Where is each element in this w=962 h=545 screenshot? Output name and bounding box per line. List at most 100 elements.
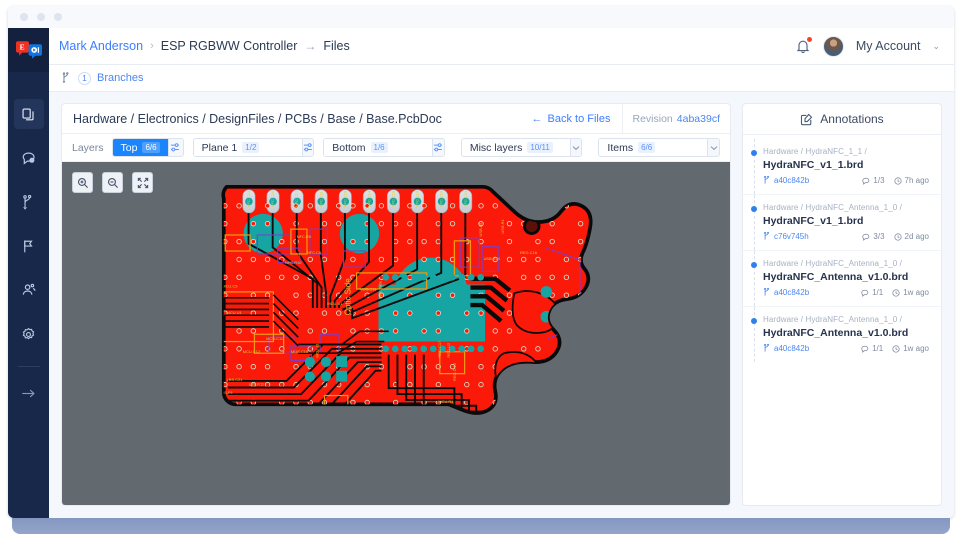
chevron-down-icon[interactable]: ⌄ [932, 41, 940, 52]
comment-icon [861, 289, 869, 297]
back-to-files-button[interactable]: ← Back to Files [521, 104, 622, 133]
sidebar-item-branches[interactable] [14, 187, 44, 217]
annotation-hash[interactable]: a40c842b [774, 176, 809, 185]
caret-down-icon-misc[interactable] [569, 139, 582, 156]
arrow-left-icon: ← [531, 112, 543, 125]
sliders-icon-top[interactable] [167, 139, 183, 156]
annotation-rail [754, 195, 755, 250]
annotation-filename[interactable]: HydraNFC_v1_1.brd [763, 159, 929, 171]
annotation-path: Hardware / HydraNFC_Antenna_1_0 / [763, 259, 902, 268]
branch-icon [763, 176, 770, 184]
layer-button-items[interactable]: Items 6/6 [599, 139, 708, 156]
layer-button-bottom[interactable]: Bottom 1/6 [324, 139, 433, 156]
sliders-glyph [303, 143, 312, 152]
annotation-time: 7h ago [893, 176, 929, 185]
annotation-filename[interactable]: HydraNFC_Antenna_v1.0.brd [763, 271, 929, 283]
pcb-canvas[interactable]: NFC.C13 NFC.C16 NFC.C17 NFC.C11 NFC.C18 NFC.C… [62, 162, 730, 505]
zoom-in-icon [77, 177, 88, 188]
layer-button-top[interactable]: Top 6/6 [112, 139, 168, 156]
svg-text:MOS.C11: MOS.C11 [360, 286, 377, 291]
annotations-header: Annotations [743, 104, 941, 135]
svg-text:NFC.C19: NFC.C19 [439, 191, 444, 207]
annotation-hash[interactable]: c76v745h [774, 232, 809, 241]
sidebar-item-settings[interactable] [14, 319, 44, 349]
svg-text:MCU.C12: MCU.C12 [243, 349, 260, 354]
fit-screen-button[interactable] [132, 172, 153, 193]
clock-icon [893, 232, 902, 241]
svg-text:NFC.C8: NFC.C8 [307, 250, 322, 255]
annotation-time-text: 7h ago [904, 176, 929, 185]
sliders-icon-bottom[interactable] [432, 139, 444, 156]
sidebar-nav [8, 92, 49, 415]
zoom-out-button[interactable] [102, 172, 123, 193]
pcb-viewer-panel: Hardware / Electronics / DesignFiles / P… [61, 103, 731, 506]
sidebar-item-comments[interactable] [14, 143, 44, 173]
caret-down-icon-items[interactable] [707, 139, 720, 156]
annotation-path: Hardware / HydraNFC_Antenna_1_0 / [763, 203, 902, 212]
bell-icon[interactable] [795, 37, 812, 54]
layer-badge-items: 6/6 [638, 142, 656, 153]
zoom-in-button[interactable] [72, 172, 93, 193]
chevron-down-glyph [710, 145, 718, 150]
sidebar-item-team[interactable] [14, 275, 44, 305]
layers-toolbar: Layers Top 6/6 Plane 1 1/2 Bottom 1/6 Mi… [62, 134, 730, 162]
gear-icon [22, 327, 35, 339]
window-dot-close[interactable] [20, 13, 28, 21]
window-dot-minimize[interactable] [37, 13, 45, 21]
branch-icon [763, 288, 770, 296]
back-to-files-label: Back to Files [547, 112, 611, 125]
sidebar-item-files[interactable] [13, 99, 44, 129]
breadcrumb-item-owner[interactable]: Mark Anderson [59, 39, 143, 53]
app-logo[interactable]: E [8, 28, 49, 72]
sidebar-item-collapse[interactable] [14, 378, 44, 408]
file-path-label: Hardware / Electronics / DesignFiles / P… [73, 111, 442, 126]
window-dot-maximize[interactable] [54, 13, 62, 21]
layer-badge-top: 6/6 [142, 142, 160, 153]
svg-text:REG.C16: REG.C16 [520, 250, 538, 255]
branch-count-badge: 1 [78, 71, 91, 85]
layer-button-misc[interactable]: Misc layers 10/11 [461, 139, 570, 156]
branch-icon [62, 72, 69, 84]
annotation-item[interactable]: Hardware / HydraNFC_Antenna_1_0 / HydraN… [743, 195, 941, 251]
breadcrumb-item-section[interactable]: Files [323, 39, 349, 53]
zoom-out-icon [107, 177, 118, 188]
revision-info[interactable]: Revision 4aba39cf [621, 104, 731, 133]
fit-screen-icon [137, 177, 148, 188]
zoom-toolbar [72, 172, 153, 193]
layer-button-plane1[interactable]: Plane 1 1/2 [193, 139, 302, 156]
annotation-rail [754, 307, 755, 362]
svg-text:NFC.C14: NFC.C14 [366, 190, 371, 207]
annotation-time-text: 2d ago [904, 232, 929, 241]
copy-files-icon [22, 108, 34, 120]
chevron-down-glyph [572, 145, 580, 150]
account-menu-label[interactable]: My Account [856, 39, 921, 53]
sidebar-item-releases[interactable] [14, 231, 44, 261]
annotation-comment-count: 1/1 [872, 288, 884, 297]
revision-label: Revision [632, 112, 673, 125]
layer-group-bottom: Bottom 1/6 [323, 138, 445, 157]
annotation-meta: a40c842b 1/1 1w ago [763, 288, 929, 297]
annotation-item[interactable]: Hardware / HydraNFC_Antenna_1_0 / HydraN… [743, 307, 941, 362]
clock-icon [892, 288, 900, 297]
annotation-item[interactable]: Hardware / HydraNFC_Antenna_1_0 / HydraN… [743, 251, 941, 307]
branches-link[interactable]: Branches [97, 72, 143, 84]
annotation-bullet [751, 206, 757, 212]
svg-text:NFC.C41: NFC.C41 [463, 191, 468, 207]
annotation-rail [754, 139, 755, 194]
svg-text:Optic Side: Optic Side [377, 280, 382, 299]
annotation-item[interactable]: Hardware / HydraNFC_1_1 / HydraNFC_v1_1.… [743, 139, 941, 195]
avatar[interactable] [822, 35, 844, 57]
svg-text:MCU.J1: MCU.J1 [315, 343, 320, 357]
annotation-filename[interactable]: HydraNFC_v1_1.brd [763, 215, 929, 227]
annotation-hash[interactable]: a40c842b [774, 344, 809, 353]
layer-label-misc: Misc layers [469, 141, 523, 154]
svg-text:LBS.C21: LBS.C21 [227, 377, 243, 382]
annotation-filename[interactable]: HydraNFC_Antenna_v1.0.brd [763, 327, 929, 339]
svg-text:MCU.U1: MCU.U1 [275, 427, 290, 432]
branch-icon [763, 232, 770, 240]
layer-group-items: Items 6/6 [598, 138, 721, 157]
breadcrumb-item-project[interactable]: ESP RGBWW Controller [161, 39, 298, 53]
sliders-icon-plane1[interactable] [301, 139, 314, 156]
annotation-hash[interactable]: a40c842b [774, 288, 809, 297]
layer-badge-misc: 10/11 [527, 142, 553, 153]
